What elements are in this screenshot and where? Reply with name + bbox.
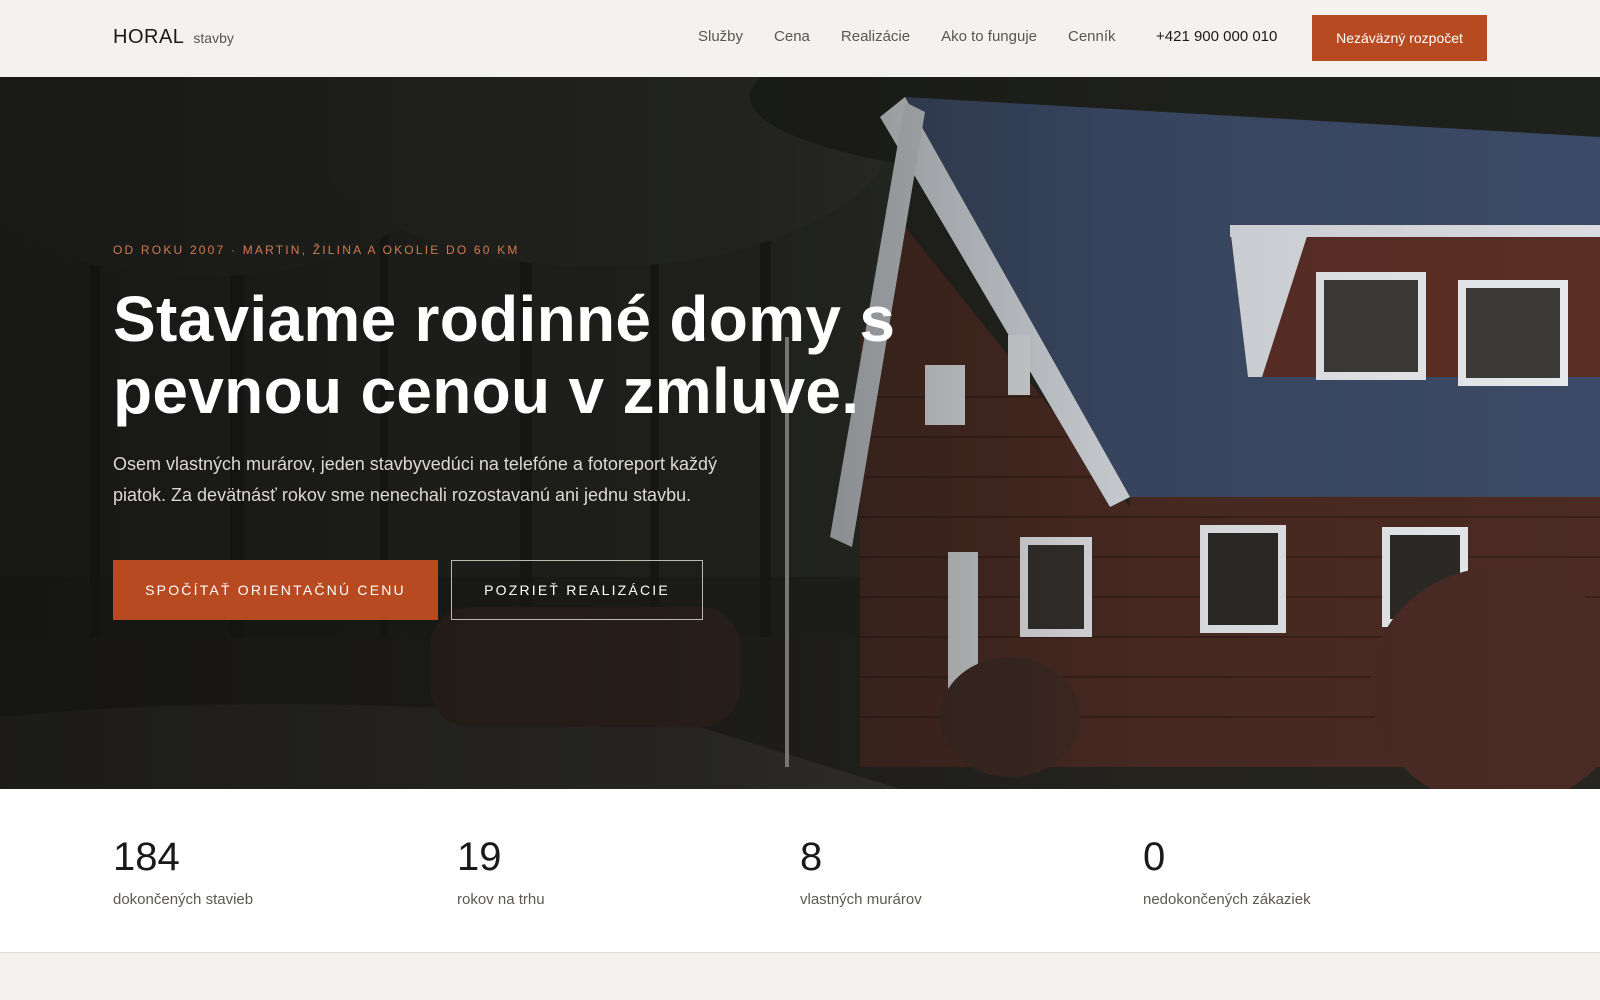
view-projects-button[interactable]: POZRIEŤ REALIZÁCIE bbox=[451, 560, 703, 620]
stat-label: dokončených stavieb bbox=[113, 891, 254, 908]
logo-wordmark: HORAL bbox=[113, 26, 185, 48]
hero-eyebrow: OD ROKU 2007 · MARTIN, ŽILINA A OKOLIE D… bbox=[113, 243, 520, 257]
main-nav: Služby Cena Realizácie Ako to funguje Ce… bbox=[698, 28, 1116, 45]
stat-label: rokov na trhu bbox=[457, 891, 545, 908]
nav-link-ako-to-funguje[interactable]: Ako to funguje bbox=[941, 28, 1037, 45]
stat-item: 8 vlastných murárov bbox=[800, 835, 922, 908]
stat-item: 184 dokončených stavieb bbox=[113, 835, 253, 908]
hero-title: Staviame rodinné domy s pevnou cenou v z… bbox=[113, 283, 896, 427]
hero-overlay bbox=[0, 77, 1600, 789]
nav-link-realizacie[interactable]: Realizácie bbox=[841, 28, 910, 45]
logo-subtitle: stavby bbox=[193, 30, 234, 46]
nav-link-cena[interactable]: Cena bbox=[774, 28, 810, 45]
logo[interactable]: HORAL stavby bbox=[113, 26, 234, 49]
nav-link-cennik[interactable]: Cenník bbox=[1068, 28, 1116, 45]
stats-section: 184 dokončených stavieb 19 rokov na trhu… bbox=[0, 789, 1600, 953]
stat-item: 0 nedokončených zákaziek bbox=[1143, 835, 1311, 908]
nav-link-sluzby[interactable]: Služby bbox=[698, 28, 743, 45]
stat-item: 19 rokov na trhu bbox=[457, 835, 545, 908]
stat-value: 184 bbox=[113, 835, 180, 879]
phone-link[interactable]: +421 900 000 010 bbox=[1156, 28, 1277, 45]
quote-button[interactable]: Nezáväzný rozpočet bbox=[1312, 15, 1487, 61]
hero-section: OD ROKU 2007 · MARTIN, ŽILINA A OKOLIE D… bbox=[0, 77, 1600, 789]
calculate-price-button[interactable]: SPOČÍTAŤ ORIENTAČNÚ CENU bbox=[113, 560, 438, 620]
stat-value: 0 bbox=[1143, 835, 1166, 879]
stat-value: 19 bbox=[457, 835, 502, 879]
stat-label: vlastných murárov bbox=[800, 891, 922, 908]
site-header: HORAL stavby Služby Cena Realizácie Ako … bbox=[0, 0, 1600, 77]
stat-value: 8 bbox=[800, 835, 823, 879]
hero-description: Osem vlastných murárov, jeden stavbyvedú… bbox=[113, 454, 717, 505]
stat-label: nedokončených zákaziek bbox=[1143, 891, 1311, 908]
